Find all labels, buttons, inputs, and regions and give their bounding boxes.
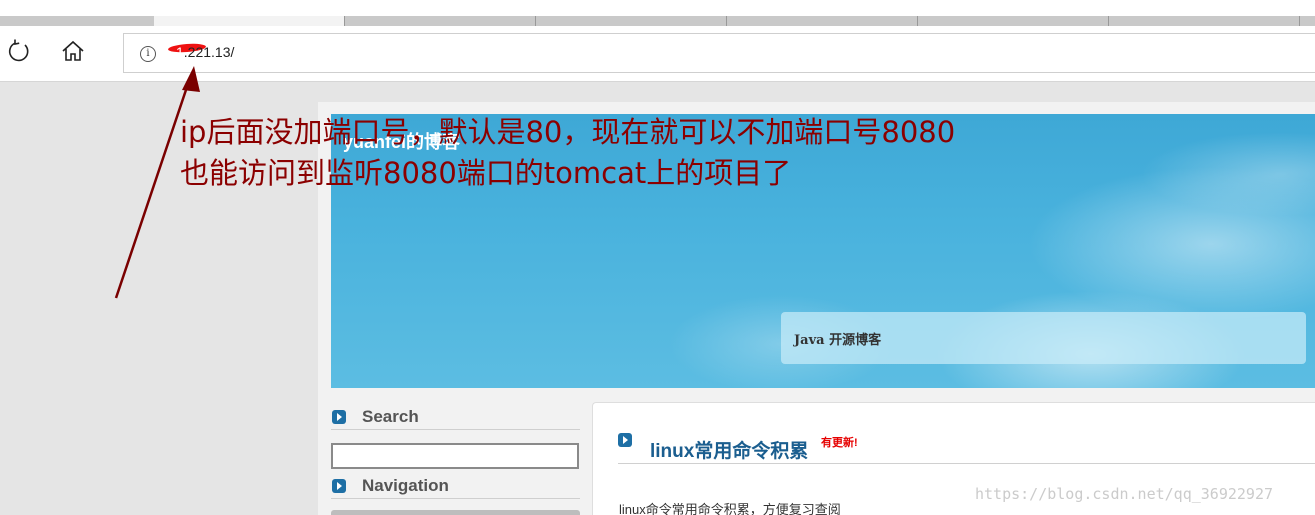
home-icon	[62, 40, 84, 61]
watermark: https://blog.csdn.net/qq_36922927	[975, 485, 1274, 503]
search-section-header: Search	[331, 404, 580, 430]
address-prefix: 1	[176, 44, 184, 60]
tab[interactable]	[1109, 16, 1299, 26]
annotation-line-2: 也能访问到监听8080端口的tomcat上的项目了	[180, 156, 792, 190]
post-title-link[interactable]: linux常用命令积累	[650, 436, 808, 463]
section-bullet-icon	[332, 410, 346, 424]
navigation-section-header: Navigation	[331, 473, 580, 499]
address-text[interactable]: 1.221.13/	[176, 44, 234, 60]
post-summary: linux命令常用命令积累，方便复习查阅	[619, 502, 841, 515]
tab[interactable]	[1300, 16, 1315, 26]
home-button[interactable]	[58, 36, 88, 66]
tagline-box: Java 开源博客	[781, 312, 1306, 364]
tab[interactable]	[536, 16, 726, 26]
address-value: .221.13/	[183, 44, 235, 60]
blog-tagline: Java 开源博客	[794, 333, 882, 348]
search-label: Search	[362, 407, 419, 426]
annotation-line-1: ip后面没加端口号，默认是80，现在就可以不加端口号8080	[180, 115, 956, 149]
tab[interactable]	[918, 16, 1108, 26]
address-bar[interactable]: i 1.221.13/	[123, 33, 1315, 73]
search-input[interactable]	[331, 443, 579, 469]
navigation-menu[interactable]	[331, 510, 580, 515]
tab-strip	[0, 0, 1315, 26]
tab[interactable]	[727, 16, 917, 26]
tab-active[interactable]	[154, 16, 344, 26]
reload-icon	[8, 39, 29, 62]
updated-badge: 有更新!	[821, 437, 858, 449]
post-divider	[618, 463, 1315, 464]
browser-toolbar: i 1.221.13/	[0, 26, 1315, 82]
section-bullet-icon	[332, 479, 346, 493]
post-bullet-icon	[618, 433, 632, 447]
site-info-icon[interactable]: i	[140, 46, 156, 62]
tab[interactable]	[0, 16, 154, 26]
tab[interactable]	[345, 16, 535, 26]
navigation-label: Navigation	[362, 476, 449, 495]
reload-button[interactable]	[4, 36, 34, 66]
